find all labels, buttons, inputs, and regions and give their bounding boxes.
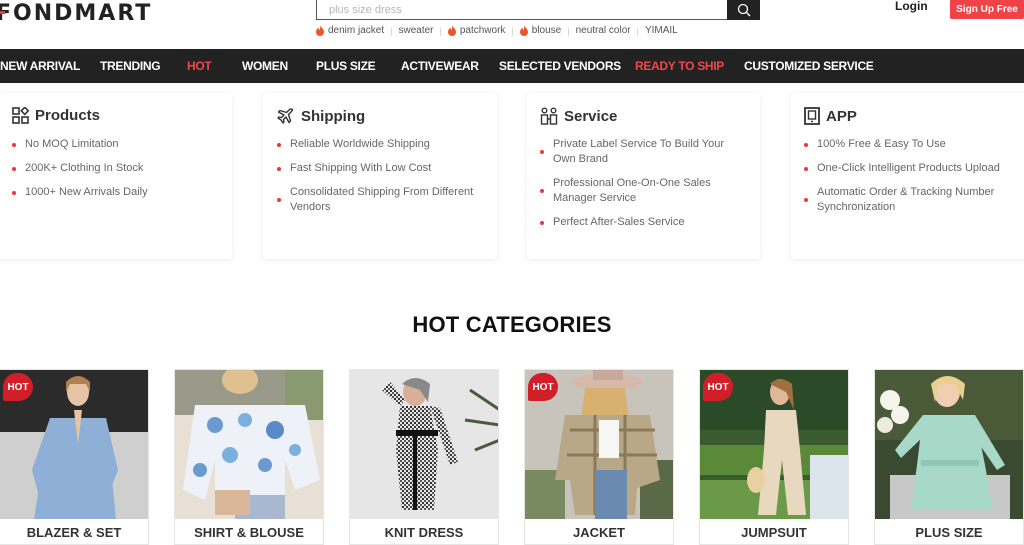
card-list: Private Label Service To Build Your Own … [540,137,740,239]
hot-term-neutral-color[interactable]: neutral color [576,25,631,36]
main-nav: NEW ARRIVAL TRENDING HOT WOMEN PLUS SIZE… [0,49,1024,83]
feature-card-app: APP 100% Free & Easy To Use One-Click In… [791,93,1024,259]
flame-icon [519,25,528,36]
separator: | [511,25,514,36]
nav-item-plus-size[interactable]: PLUS SIZE [316,49,376,83]
hot-term-denim-jacket[interactable]: denim jacket [316,25,384,36]
nav-item-new-arrival[interactable]: NEW ARRIVAL [0,49,80,83]
list-item: Fast Shipping With Low Cost [277,161,487,176]
flame-icon [447,25,456,36]
search-icon [737,3,750,17]
flame-icon [316,25,324,36]
page: FONDMART denim jacket | sweater | patchw… [0,0,1024,545]
hot-term-yimail[interactable]: YIMAIL [645,25,678,36]
blouse-photo [175,370,323,519]
card-title: Service [540,107,617,125]
hot-term-label: neutral color [575,25,631,36]
card-list: Reliable Worldwide Shipping Fast Shippin… [277,137,487,224]
category-card-blazer-set[interactable]: HOT BLAZER & SET [0,369,149,545]
card-list: 100% Free & Easy To Use One-Click Intell… [804,137,1019,224]
list-item: Reliable Worldwide Shipping [277,137,487,152]
search-bar [316,0,760,20]
card-title: Products [12,107,100,124]
category-image [875,370,1023,519]
category-label: PLUS SIZE [915,525,983,540]
knit-dress-photo [350,370,498,519]
category-label: BLAZER & SET [26,525,122,540]
hot-term-label: denim jacket [328,25,385,36]
logo[interactable]: FONDMART [0,0,152,26]
hot-term-label: patchwork [459,25,506,36]
card-title-text: APP [826,107,857,125]
hot-term-sweater[interactable]: sweater [398,25,433,36]
list-item: No MOQ Limitation [12,137,222,152]
list-item: Perfect After-Sales Service [540,215,740,230]
category-label: KNIT DRESS [384,525,464,540]
nav-item-hot[interactable]: HOT [187,49,212,83]
hot-badge: HOT [703,373,733,401]
list-item: One-Click Intelligent Products Upload [804,161,1019,176]
list-item: Automatic Order & Tracking Number Synchr… [804,185,1019,215]
logo-mark [0,11,5,14]
separator: | [567,25,570,36]
separator: | [390,25,393,36]
feature-card-service: Service Private Label Service To Build Y… [527,93,760,259]
hot-search-terms: denim jacket | sweater | patchwork | blo… [316,25,678,36]
category-image [350,370,498,519]
hot-term-patchwork[interactable]: patchwork [447,25,506,36]
header: FONDMART denim jacket | sweater | patchw… [0,0,1024,49]
feature-card-products: Products No MOQ Limitation 200K+ Clothin… [0,93,232,259]
list-item: 200K+ Clothing In Stock [12,161,222,176]
logo-text: FONDMART [0,0,153,26]
search-button[interactable] [727,0,760,20]
hot-term-blouse[interactable]: blouse [519,25,562,36]
list-item: 100% Free & Easy To Use [804,137,1019,152]
airplane-icon [277,108,294,124]
card-title: APP [804,107,857,125]
people-icon [540,107,558,125]
hot-term-label: YIMAIL [644,25,678,36]
card-title: Shipping [277,107,365,125]
list-item: Professional One-On-One Sales Manager Se… [540,176,740,206]
phone-icon [804,107,820,125]
nav-item-customized-service[interactable]: CUSTOMIZED SERVICE [744,49,874,83]
card-title-text: Shipping [301,107,366,125]
list-item: Consolidated Shipping From Different Ven… [277,185,487,215]
category-label: JUMPSUIT [741,525,807,540]
category-image [175,370,323,519]
category-card-jacket[interactable]: HOT JACKET [524,369,674,545]
card-title-text: Products [35,107,101,124]
nav-item-women[interactable]: WOMEN [242,49,288,83]
nav-item-selected-vendors[interactable]: SELECTED VENDORS [499,49,621,83]
hot-term-label: sweater [398,25,434,36]
separator: | [636,25,639,36]
nav-item-trending[interactable]: TRENDING [100,49,161,83]
category-card-knit-dress[interactable]: KNIT DRESS [349,369,499,545]
hot-badge: HOT [528,373,558,401]
nav-item-activewear[interactable]: ACTIVEWEAR [401,49,479,83]
plus-size-photo [875,370,1023,519]
card-title-text: Service [564,107,618,125]
section-title-hot-categories: HOT CATEGORIES [412,312,612,337]
hot-badge: HOT [3,373,33,401]
category-label: JACKET [572,525,625,540]
card-list: No MOQ Limitation 200K+ Clothing In Stoc… [12,137,222,209]
login-link[interactable]: Login [895,0,928,13]
list-item: 1000+ New Arrivals Daily [12,185,222,200]
separator: | [439,25,442,36]
category-card-shirt-blouse[interactable]: SHIRT & BLOUSE [174,369,324,545]
signup-button[interactable]: Sign Up Free [950,0,1024,19]
category-label: SHIRT & BLOUSE [194,525,304,540]
category-card-jumpsuit[interactable]: HOT JUMPSUIT [699,369,849,545]
grid-icon [12,107,29,124]
nav-item-ready-to-ship[interactable]: READY TO SHIP [635,49,724,83]
feature-card-shipping: Shipping Reliable Worldwide Shipping Fas… [263,93,497,259]
category-card-plus-size[interactable]: PLUS SIZE [874,369,1024,545]
hot-term-label: blouse [531,25,562,36]
list-item: Private Label Service To Build Your Own … [540,137,740,167]
search-input[interactable] [316,0,727,20]
